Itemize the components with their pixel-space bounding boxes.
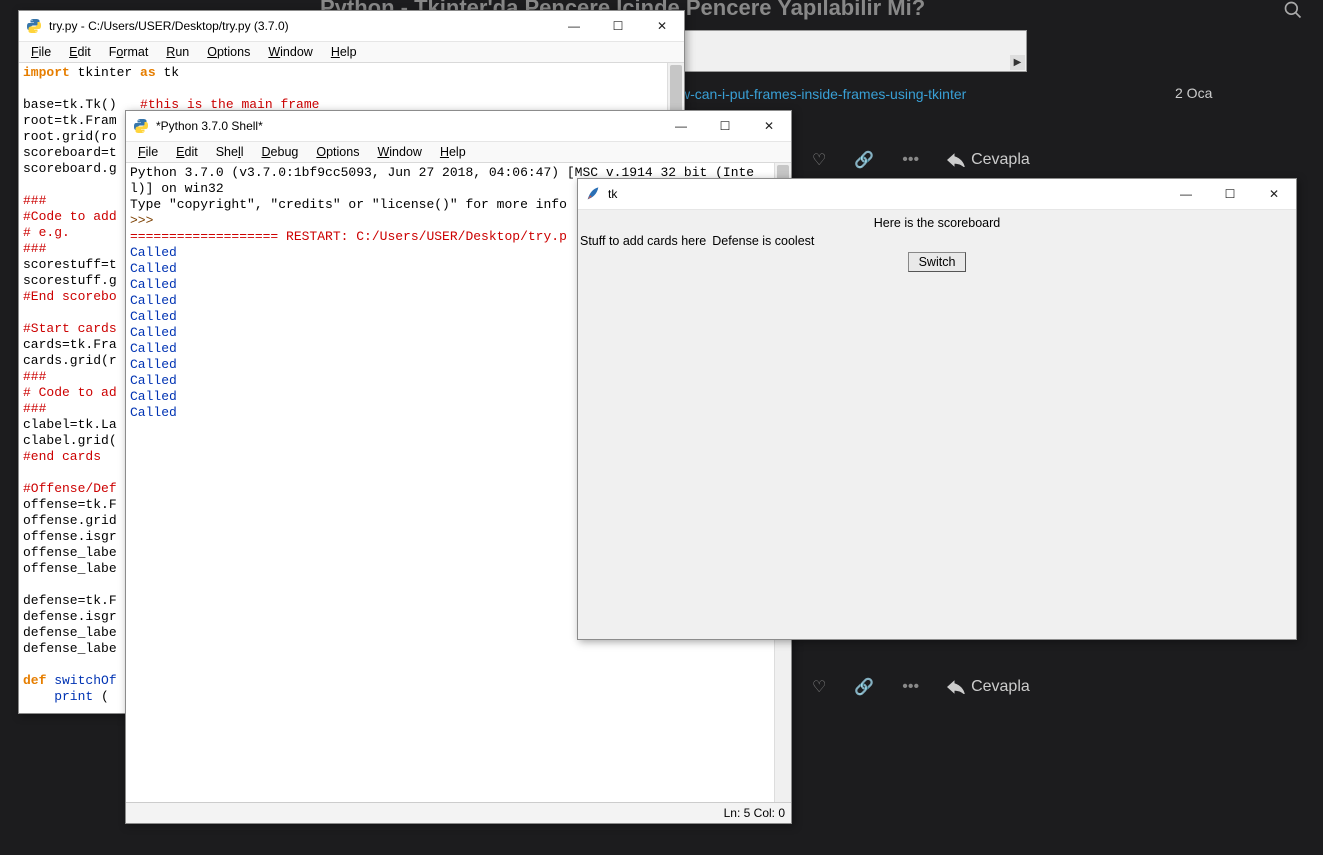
tk-feather-icon	[584, 185, 602, 203]
menu-options[interactable]: Options	[308, 144, 367, 160]
minimize-button[interactable]: —	[1164, 179, 1208, 209]
reply-label: Cevapla	[971, 151, 1030, 169]
link-icon[interactable]: 🔗	[854, 677, 874, 697]
menu-format[interactable]: Format	[101, 44, 157, 60]
like-icon[interactable]: ♡	[812, 677, 826, 697]
like-icon[interactable]: ♡	[812, 150, 826, 170]
minimize-button[interactable]: —	[552, 11, 596, 41]
post-actions-1: ♡ 🔗 ••• Cevapla	[812, 150, 1030, 170]
close-button[interactable]: ✕	[1252, 179, 1296, 209]
link-icon[interactable]: 🔗	[854, 150, 874, 170]
more-icon[interactable]: •••	[902, 151, 919, 169]
reply-label: Cevapla	[971, 678, 1030, 696]
minimize-button[interactable]: —	[659, 111, 703, 141]
menu-edit[interactable]: Edit	[168, 144, 206, 160]
maximize-button[interactable]: ☐	[596, 11, 640, 41]
editor-titlebar[interactable]: try.py - C:/Users/USER/Desktop/try.py (3…	[19, 11, 684, 42]
maximize-button[interactable]: ☐	[1208, 179, 1252, 209]
menu-window[interactable]: Window	[369, 144, 429, 160]
tk-titlebar[interactable]: tk — ☐ ✕	[578, 179, 1296, 210]
forum-post-date: 2 Oca	[1175, 85, 1212, 101]
menu-help[interactable]: Help	[432, 144, 474, 160]
menu-window[interactable]: Window	[260, 44, 320, 60]
cursor-position: Ln: 5 Col: 0	[724, 806, 785, 820]
search-icon[interactable]	[1283, 0, 1303, 26]
more-icon[interactable]: •••	[902, 678, 919, 696]
menu-options[interactable]: Options	[199, 44, 258, 60]
menu-shell[interactable]: Shell	[208, 144, 252, 160]
menu-debug[interactable]: Debug	[254, 144, 307, 160]
maximize-button[interactable]: ☐	[703, 111, 747, 141]
reply-button[interactable]: Cevapla	[947, 678, 1030, 696]
tk-app-window: tk — ☐ ✕ Here is the scoreboard Stuff to…	[577, 178, 1297, 640]
shell-statusbar: Ln: 5 Col: 0	[126, 802, 791, 823]
forum-hyperlink[interactable]: w-can-i-put-frames-inside-frames-using-t…	[680, 86, 966, 102]
post-actions-2: ♡ 🔗 ••• Cevapla	[812, 677, 1030, 697]
python-icon	[25, 17, 43, 35]
menu-file[interactable]: File	[130, 144, 166, 160]
switch-button[interactable]: Switch	[908, 252, 967, 272]
close-button[interactable]: ✕	[747, 111, 791, 141]
reply-button[interactable]: Cevapla	[947, 151, 1030, 169]
editor-menubar[interactable]: File Edit Format Run Options Window Help	[19, 42, 684, 63]
tk-title: tk	[608, 187, 1164, 201]
menu-help[interactable]: Help	[323, 44, 365, 60]
embedded-scrollbar[interactable]: ▶	[680, 30, 1027, 72]
python-icon	[132, 117, 150, 135]
defense-label: Defense is coolest	[712, 234, 814, 248]
close-button[interactable]: ✕	[640, 11, 684, 41]
menu-edit[interactable]: Edit	[61, 44, 99, 60]
cards-label: Stuff to add cards here	[580, 234, 706, 248]
menu-file[interactable]: File	[23, 44, 59, 60]
scoreboard-label: Here is the scoreboard	[578, 216, 1296, 230]
menu-run[interactable]: Run	[158, 44, 197, 60]
shell-menubar[interactable]: File Edit Shell Debug Options Window Hel…	[126, 142, 791, 163]
tk-client-area: Here is the scoreboard Stuff to add card…	[578, 210, 1296, 639]
scroll-right-icon[interactable]: ▶	[1010, 55, 1025, 70]
shell-title: *Python 3.7.0 Shell*	[156, 119, 659, 133]
shell-titlebar[interactable]: *Python 3.7.0 Shell* — ☐ ✕	[126, 111, 791, 142]
editor-title: try.py - C:/Users/USER/Desktop/try.py (3…	[49, 19, 552, 33]
